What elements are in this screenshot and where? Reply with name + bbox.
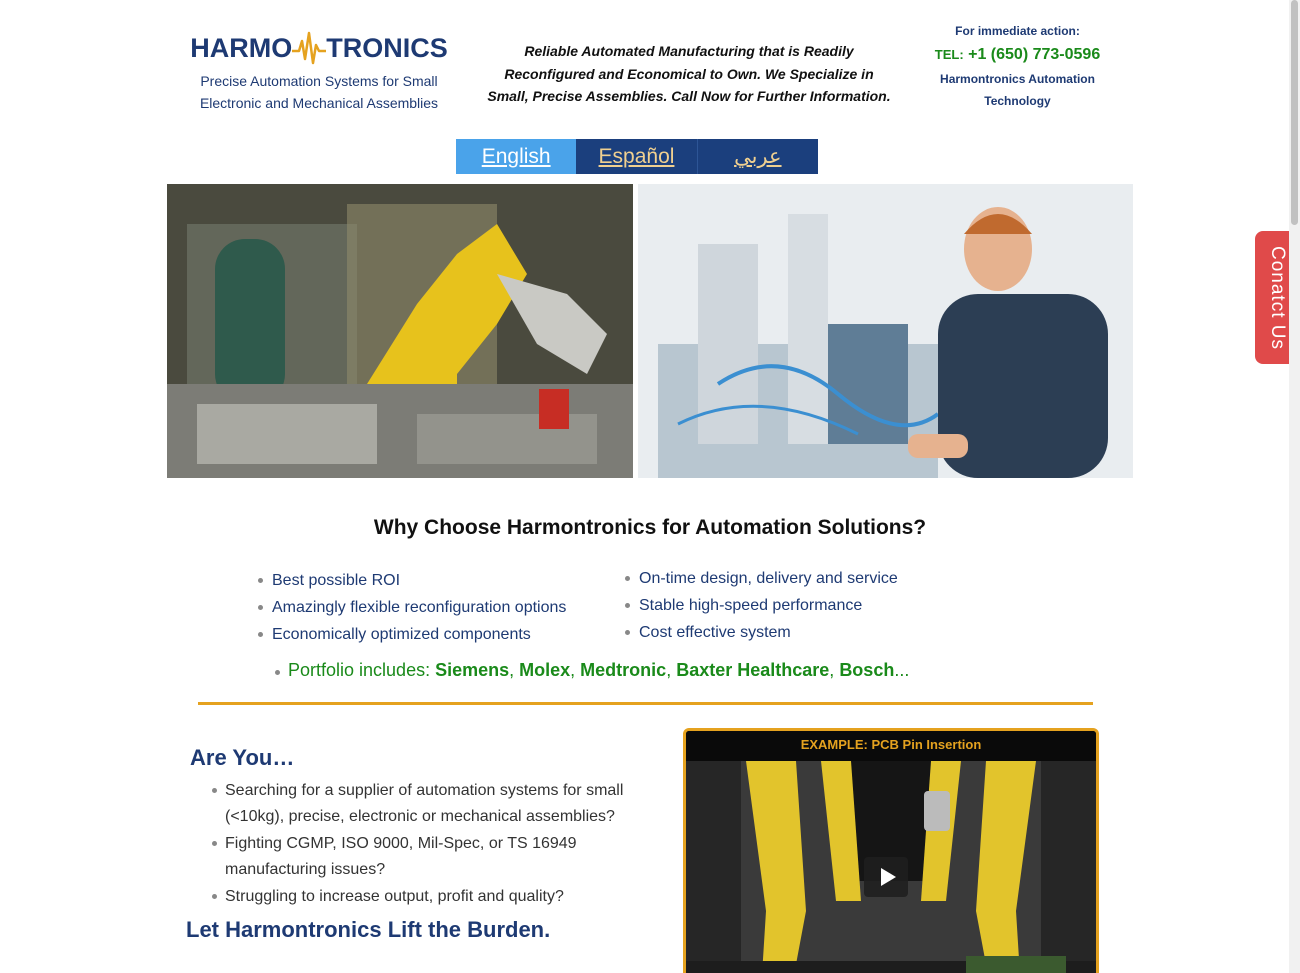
are-you-list: Searching for a supplier of automation s… — [212, 778, 632, 911]
list-item: Searching for a supplier of automation s… — [212, 778, 632, 830]
company-name-1: Harmontronics Automation — [940, 72, 1095, 86]
portfolio-separator: , — [509, 660, 520, 680]
example-video[interactable]: EXAMPLE: PCB Pin Insertion — [683, 728, 1099, 973]
slogan-line-3: Small, Precise Assemblies. Call Now for … — [487, 88, 891, 104]
language-arabic-link[interactable]: عربي — [697, 139, 818, 174]
portfolio-prefix: Portfolio includes: — [288, 660, 436, 680]
list-item: Fighting CGMP, ISO 9000, Mil-Spec, or TS… — [212, 831, 632, 883]
portfolio-separator: , — [829, 660, 840, 680]
portfolio-client-siemens: Siemens — [435, 660, 510, 680]
language-selector: English Español عربي — [456, 139, 818, 174]
contact-us-label: Conatct Us — [1267, 245, 1288, 350]
page-scrollbar[interactable] — [1289, 0, 1300, 973]
language-spanish-link[interactable]: Español — [576, 139, 698, 174]
lift-the-burden-heading: Let Harmontronics Lift the Burden. — [186, 917, 551, 942]
logo[interactable]: HARMO TRONICS — [190, 28, 448, 68]
slogan-line-2: Reconfigured and Economical to Own. We S… — [504, 65, 874, 82]
logo-tagline-1: Precise Automation Systems for Small — [200, 73, 438, 89]
portfolio-line: Portfolio includes: Siemens, Molex, Medt… — [275, 660, 909, 681]
tel-label: TEL: — [934, 47, 964, 62]
hero-image-robot-arm — [167, 184, 633, 478]
portfolio-client-medtronic: Medtronic — [580, 660, 667, 680]
portfolio-client-bosch: Bosch — [839, 660, 895, 680]
language-english-link[interactable]: English — [456, 139, 577, 174]
list-item: On-time design, delivery and service — [625, 565, 898, 592]
contact-lead: For immediate action: — [955, 24, 1080, 38]
portfolio-separator: , — [570, 660, 581, 680]
section-divider — [198, 702, 1093, 705]
benefits-list-right: On-time design, delivery and service Sta… — [625, 565, 898, 646]
slogan-line-1: Reliable Automated Manufacturing that is… — [524, 43, 854, 59]
list-item: Best possible ROI — [258, 567, 566, 594]
pulse-wave-icon — [292, 31, 327, 65]
video-thumbnail[interactable] — [686, 761, 1096, 973]
logo-tagline-2: Electronic and Mechanical Assemblies — [199, 95, 439, 111]
play-icon[interactable] — [864, 857, 908, 897]
header-slogan: Reliable Automated Manufacturing that is… — [478, 40, 900, 108]
video-title: EXAMPLE: PCB Pin Insertion — [686, 731, 1096, 761]
portfolio-client-molex: Molex — [519, 660, 571, 680]
logo-text-left: HARMO — [190, 32, 293, 63]
list-item: Amazingly flexible reconfiguration optio… — [258, 594, 566, 621]
portfolio-client-baxter: Baxter Healthcare — [676, 660, 830, 680]
hero-image-engineer — [638, 184, 1133, 478]
list-item: Cost effective system — [625, 619, 898, 646]
phone-line[interactable]: TEL: +1 (650) 773-0596 — [920, 44, 1115, 66]
logo-block[interactable]: HARMO TRONICS Precise Automation Systems… — [190, 28, 448, 114]
list-item: Economically optimized components — [258, 621, 566, 648]
list-item: Struggling to increase output, profit an… — [212, 884, 632, 910]
logo-text-right: TRONICS — [326, 32, 448, 63]
robot-arm-illustration — [167, 184, 633, 478]
are-you-heading: Are You… — [190, 745, 295, 770]
list-item: Stable high-speed performance — [625, 592, 898, 619]
scrollbar-thumb[interactable] — [1291, 0, 1298, 225]
header-contact: For immediate action: TEL: +1 (650) 773-… — [920, 22, 1115, 112]
portfolio-suffix: ... — [894, 660, 910, 680]
company-name-2: Technology — [984, 94, 1051, 108]
engineer-illustration — [638, 184, 1133, 478]
phone-number[interactable]: +1 (650) 773-0596 — [968, 46, 1100, 63]
benefits-list-left: Best possible ROI Amazingly flexible rec… — [258, 567, 566, 648]
portfolio-separator: , — [666, 660, 677, 680]
why-choose-heading: Why Choose Harmontronics for Automation … — [373, 516, 927, 539]
